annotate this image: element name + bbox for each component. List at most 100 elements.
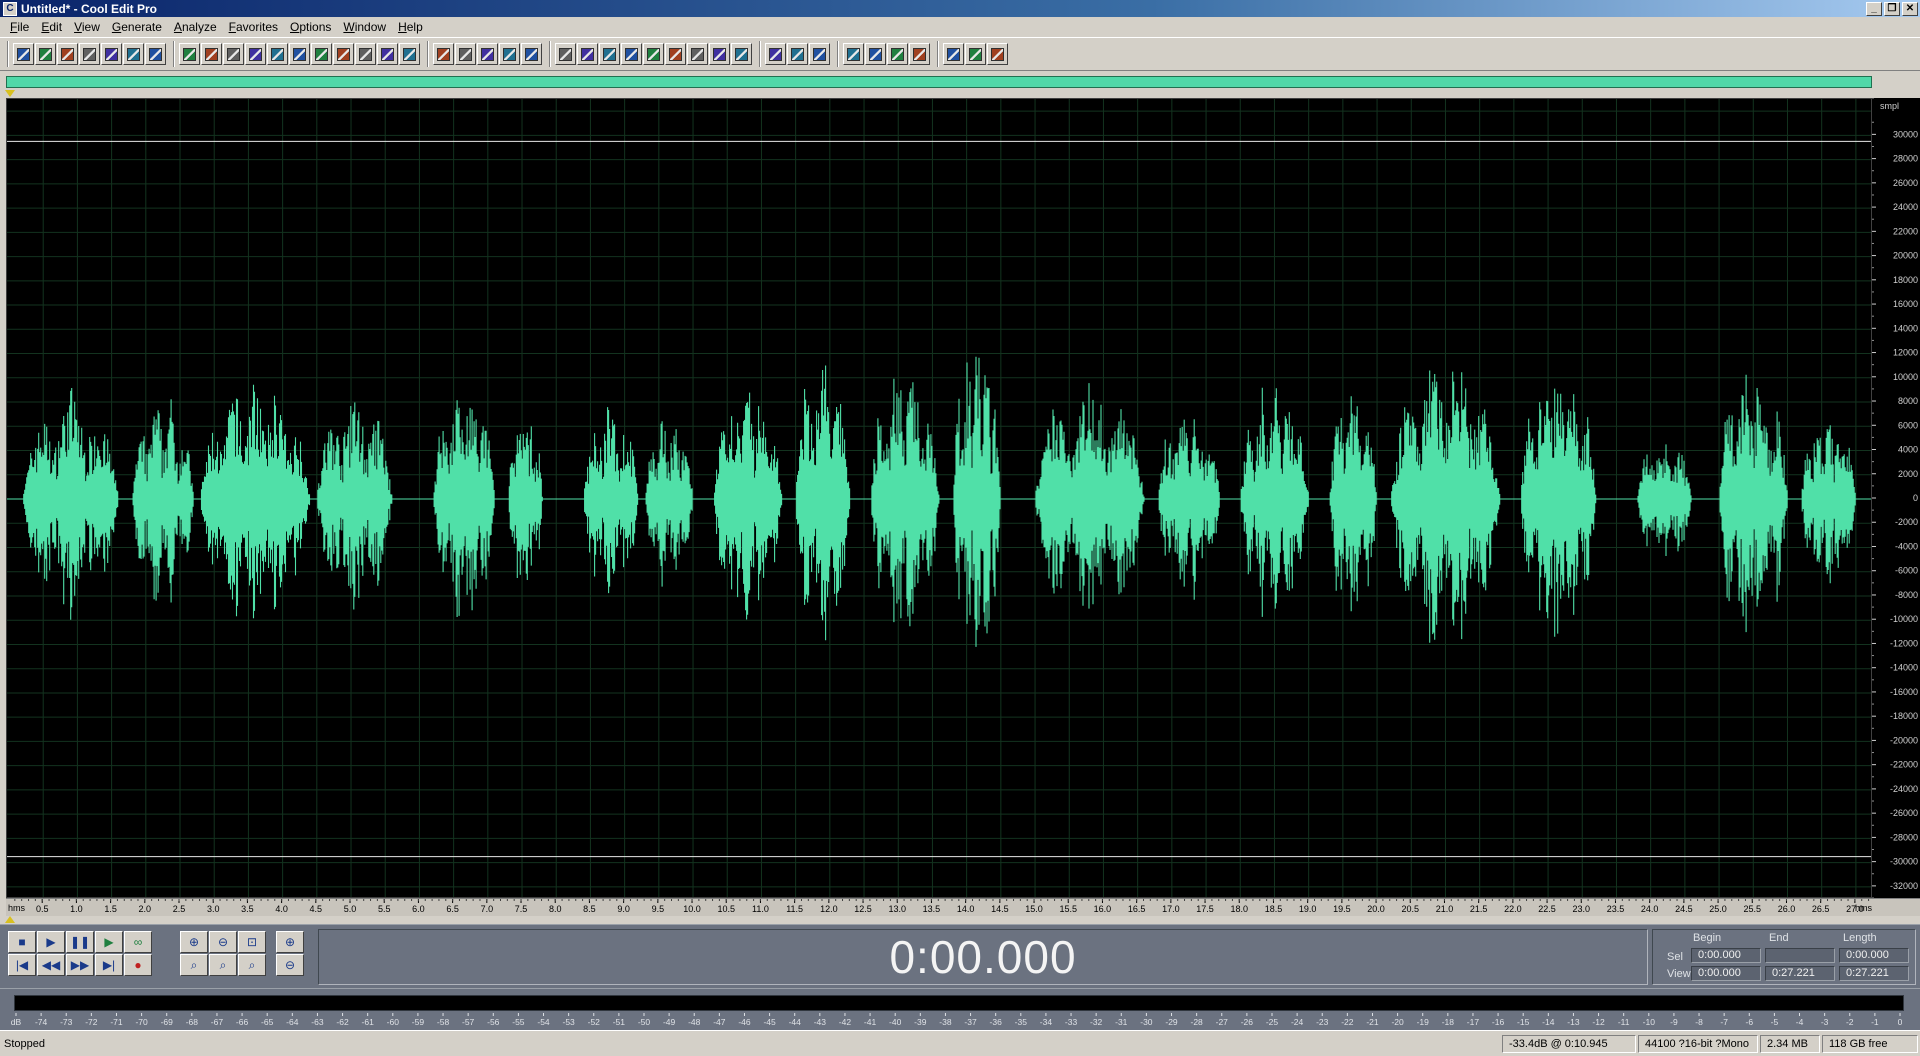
waveform-burst (645, 421, 693, 587)
menu-view[interactable]: View (68, 20, 106, 34)
level-tick-label: -53 (562, 1017, 575, 1027)
fast-forward-button[interactable]: ▶▶ (66, 954, 94, 976)
zoom-out-horizontal-button[interactable]: ⊖ (209, 931, 237, 953)
effect-1-button[interactable] (843, 43, 864, 65)
copy-button[interactable] (245, 43, 266, 65)
paste-new-button[interactable] (333, 43, 354, 65)
multitrack-view-button[interactable] (35, 43, 56, 65)
effect-2-button[interactable] (865, 43, 886, 65)
tool-2-button[interactable] (965, 43, 986, 65)
spectral-view-button[interactable] (555, 43, 576, 65)
save-as-button[interactable] (101, 43, 122, 65)
rewind-button[interactable]: ◀◀ (37, 954, 65, 976)
overview-marker-icon[interactable] (5, 90, 15, 97)
view-label: View (1667, 968, 1691, 980)
mix-paste-button[interactable] (355, 43, 376, 65)
normalize-button[interactable] (477, 43, 498, 65)
zoom-left-button[interactable]: ⌕ (180, 954, 208, 976)
view-begin-field[interactable]: 0:00.000 (1691, 966, 1761, 981)
noise-reduction-button[interactable] (521, 43, 542, 65)
sel-begin-field[interactable]: 0:00.000 (1691, 948, 1761, 963)
scripts-button[interactable] (787, 43, 808, 65)
restore-button[interactable]: ❐ (1884, 1, 1900, 16)
playhead-marker-icon[interactable] (5, 916, 15, 923)
device-button[interactable] (709, 43, 730, 65)
go-to-end-button[interactable]: ▶| (95, 954, 123, 976)
zoom-full-button[interactable]: ⊡ (238, 931, 266, 953)
cd-button[interactable] (765, 43, 786, 65)
batch-button[interactable] (687, 43, 708, 65)
time-tick-label: 2.0 (139, 904, 152, 914)
level-tick-label: -57 (462, 1017, 475, 1027)
amplitude-tick-label: -8000 (1895, 590, 1918, 600)
effect-4-button[interactable] (909, 43, 930, 65)
paste-button[interactable] (311, 43, 332, 65)
cut-button[interactable] (289, 43, 310, 65)
overview-bar[interactable] (6, 76, 1872, 88)
menu-file[interactable]: File (4, 20, 35, 34)
waveform-burst (1329, 396, 1377, 612)
waveform-view-button[interactable] (13, 43, 34, 65)
amplify-button[interactable] (455, 43, 476, 65)
menu-favorites[interactable]: Favorites (223, 20, 284, 34)
menu-window[interactable]: Window (337, 20, 392, 34)
trim-button[interactable] (377, 43, 398, 65)
help-button[interactable] (809, 43, 830, 65)
menu-analyze[interactable]: Analyze (168, 20, 223, 34)
play-list-button[interactable] (599, 43, 620, 65)
amplitude-tick-label: 18000 (1893, 275, 1918, 285)
close-button[interactable]: ✕ (1902, 1, 1918, 16)
record-button[interactable]: ● (124, 954, 152, 976)
menu-options[interactable]: Options (284, 20, 337, 34)
close-file-button[interactable] (123, 43, 144, 65)
menu-help[interactable]: Help (392, 20, 429, 34)
effect-3-button[interactable] (887, 43, 908, 65)
time-tick-label: 1.0 (70, 904, 83, 914)
play-button[interactable] (621, 43, 642, 65)
undo-button[interactable] (179, 43, 200, 65)
waveform-display[interactable] (6, 98, 1872, 898)
play-button[interactable]: ▶ (37, 931, 65, 953)
time-tick-label: 10.5 (717, 904, 735, 914)
view-end-field[interactable]: 0:27.221 (1765, 966, 1835, 981)
tool-1-button[interactable] (943, 43, 964, 65)
save-button[interactable] (79, 43, 100, 65)
time-format-button[interactable] (665, 43, 686, 65)
copy-new-button[interactable] (267, 43, 288, 65)
redo-button[interactable] (201, 43, 222, 65)
fade-button[interactable] (499, 43, 520, 65)
time-ruler[interactable]: hms hms 0.5 1.0 1.5 2.0 2.5 3.0 3.5 4.0 4.5 5.0 5.5 6… (6, 898, 1920, 916)
menu-edit[interactable]: Edit (35, 20, 68, 34)
envelope-button[interactable] (433, 43, 454, 65)
pause-button[interactable]: ❚❚ (66, 931, 94, 953)
play-to-end-button[interactable]: ▶ (95, 931, 123, 953)
time-tick-label: 23.5 (1607, 904, 1625, 914)
cue-list-button[interactable] (577, 43, 598, 65)
time-unit-label-left: hms (8, 903, 26, 913)
delete-silence-button[interactable] (399, 43, 420, 65)
settings-button[interactable] (731, 43, 752, 65)
tool-3-button[interactable] (987, 43, 1008, 65)
amplitude-tick-label: 6000 (1898, 420, 1918, 430)
zoom-right-button[interactable]: ⌕ (209, 954, 237, 976)
sel-end-field[interactable] (1765, 948, 1835, 963)
view-length-field[interactable]: 0:27.221 (1839, 966, 1909, 981)
level-tick-label: -31 (1115, 1017, 1128, 1027)
zoom-out-vertical-button[interactable]: ⊖ (276, 954, 304, 976)
repeat-button[interactable] (223, 43, 244, 65)
menu-generate[interactable]: Generate (106, 20, 168, 34)
zoom-selection-button[interactable]: ⌕ (238, 954, 266, 976)
new-button[interactable] (145, 43, 166, 65)
time-tick-label: 17.5 (1196, 904, 1214, 914)
zoom-in-vertical-button[interactable]: ⊕ (276, 931, 304, 953)
stop-button[interactable]: ■ (8, 931, 36, 953)
selection-view-panel: Begin End Length Sel View 0:00.000 0:00.… (1652, 929, 1916, 985)
level-tick-label: -40 (889, 1017, 902, 1027)
go-to-start-button[interactable]: |◀ (8, 954, 36, 976)
loop-button[interactable]: ∞ (124, 931, 152, 953)
snap-button[interactable] (643, 43, 664, 65)
zoom-in-horizontal-button[interactable]: ⊕ (180, 931, 208, 953)
minimize-button[interactable]: _ (1866, 1, 1882, 16)
sel-length-field[interactable]: 0:00.000 (1839, 948, 1909, 963)
open-button[interactable] (57, 43, 78, 65)
